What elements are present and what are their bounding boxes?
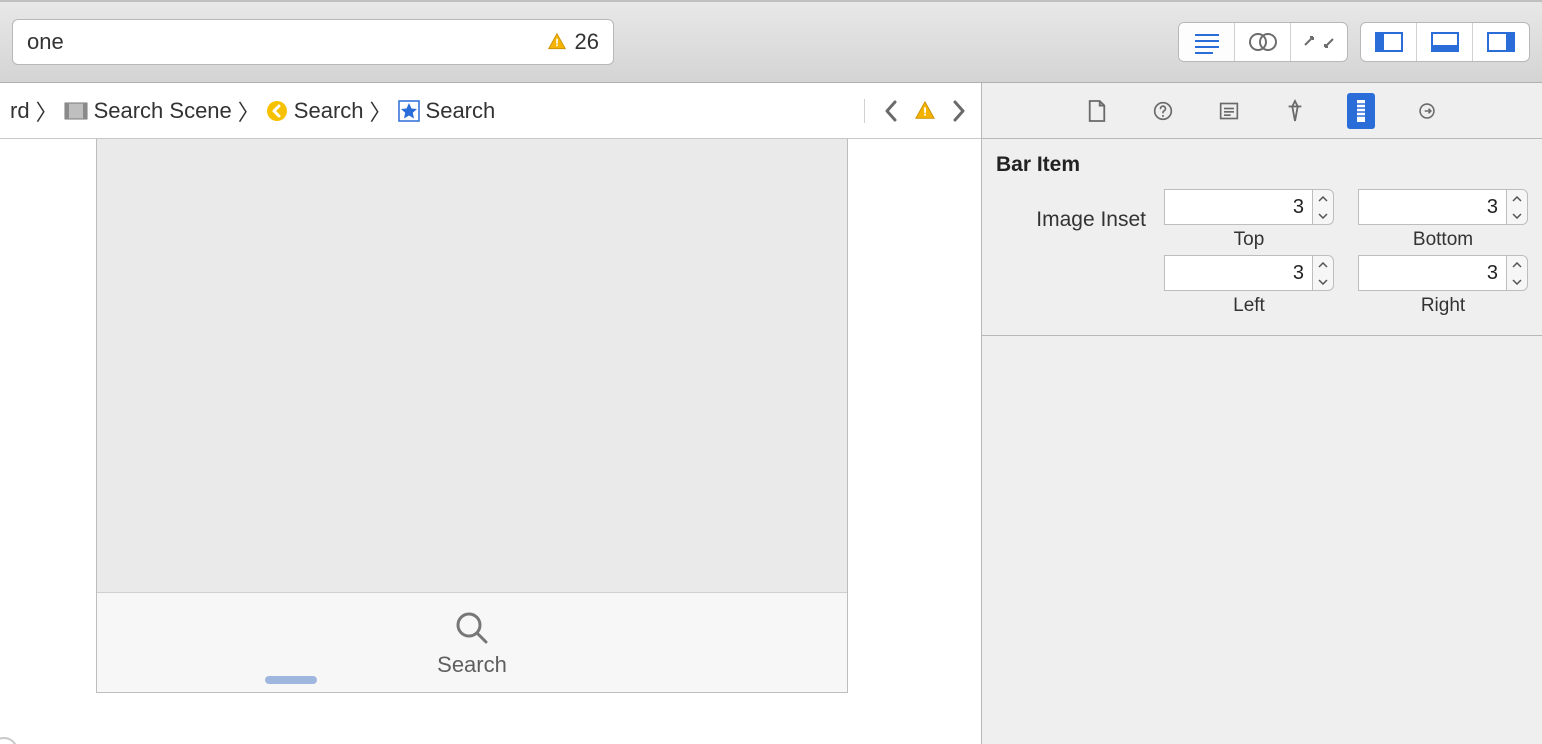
top-toolbar: one 26 bbox=[0, 0, 1542, 83]
segue-handle[interactable] bbox=[0, 737, 18, 744]
inset-bottom-input[interactable] bbox=[1358, 189, 1506, 225]
stepper-up-icon[interactable] bbox=[1507, 190, 1527, 207]
content-row: rd 〉 Search Scene 〉 Search 〉 bbox=[0, 83, 1542, 744]
jump-bar: rd 〉 Search Scene 〉 Search 〉 bbox=[0, 83, 981, 139]
search-icon bbox=[452, 608, 492, 648]
stepper-up-icon[interactable] bbox=[1313, 190, 1333, 207]
image-inset-row1: Image Inset Top bbox=[996, 189, 1528, 251]
inset-bottom-sublabel: Bottom bbox=[1413, 229, 1473, 251]
inset-right-sublabel: Right bbox=[1421, 295, 1465, 317]
issues-button[interactable] bbox=[913, 99, 937, 123]
stepper-down-icon[interactable] bbox=[1507, 273, 1527, 290]
inset-left-field: Left bbox=[1164, 255, 1334, 317]
inset-right-input[interactable] bbox=[1358, 255, 1506, 291]
inset-controls-top-bottom: Top Bottom bbox=[1164, 189, 1528, 251]
stepper-up-icon[interactable] bbox=[1507, 256, 1527, 273]
inset-top-field: Top bbox=[1164, 189, 1334, 251]
inset-bottom-stepper[interactable] bbox=[1506, 189, 1528, 225]
breadcrumb-item-1[interactable]: Search Scene bbox=[64, 98, 232, 124]
editor-mode-group bbox=[1178, 22, 1348, 62]
breadcrumb-label: Search Scene bbox=[94, 98, 232, 124]
viewcontroller-icon bbox=[266, 100, 288, 122]
stepper-down-icon[interactable] bbox=[1313, 207, 1333, 224]
view-content-area[interactable] bbox=[97, 139, 847, 592]
storyboard-icon bbox=[64, 102, 88, 120]
section-title: Bar Item bbox=[996, 153, 1528, 177]
chevron-right-icon: 〉 bbox=[36, 95, 58, 127]
chevron-right-icon: 〉 bbox=[370, 95, 392, 127]
image-inset-label: Image Inset bbox=[996, 208, 1146, 232]
quickhelp-inspector-tab[interactable] bbox=[1149, 93, 1177, 129]
identity-inspector-tab[interactable] bbox=[1215, 93, 1243, 129]
attributes-inspector-tab[interactable] bbox=[1281, 93, 1309, 129]
tab-bar[interactable]: Search bbox=[97, 592, 847, 692]
size-inspector-tab[interactable] bbox=[1347, 93, 1375, 129]
inset-top-sublabel: Top bbox=[1234, 229, 1265, 251]
connections-inspector-tab[interactable] bbox=[1413, 93, 1441, 129]
inset-left-input[interactable] bbox=[1164, 255, 1312, 291]
breadcrumb-item-3[interactable]: Search bbox=[398, 98, 496, 124]
inset-top-stepper[interactable] bbox=[1312, 189, 1334, 225]
file-inspector-tab[interactable] bbox=[1083, 93, 1111, 129]
jump-bar-nav bbox=[864, 99, 971, 123]
inspector-pane: Bar Item Image Inset Top bbox=[981, 83, 1542, 744]
breadcrumb-item-0[interactable]: rd bbox=[10, 98, 30, 124]
breadcrumb-item-2[interactable]: Search bbox=[266, 98, 364, 124]
back-button[interactable] bbox=[879, 99, 903, 123]
inspector-section: Bar Item Image Inset Top bbox=[982, 139, 1542, 336]
warning-icon[interactable] bbox=[547, 32, 567, 52]
editor-pane: rd 〉 Search Scene 〉 Search 〉 bbox=[0, 83, 981, 744]
stepper-down-icon[interactable] bbox=[1313, 273, 1333, 290]
tab-item-search[interactable]: Search bbox=[437, 608, 507, 678]
device-frame[interactable]: Search bbox=[96, 139, 848, 693]
breadcrumb-label: Search bbox=[426, 98, 496, 124]
stepper-up-icon[interactable] bbox=[1313, 256, 1333, 273]
toggle-utilities-button[interactable] bbox=[1473, 23, 1529, 61]
toggle-debug-area-button[interactable] bbox=[1417, 23, 1473, 61]
inset-right-stepper[interactable] bbox=[1506, 255, 1528, 291]
inset-top-input[interactable] bbox=[1164, 189, 1312, 225]
inset-right-field: Right bbox=[1358, 255, 1528, 317]
assistant-editor-button[interactable] bbox=[1235, 23, 1291, 61]
chevron-right-icon: 〉 bbox=[238, 95, 260, 127]
image-inset-row2: Left Right bbox=[996, 255, 1528, 317]
activity-status-box[interactable]: one 26 bbox=[12, 19, 614, 65]
forward-button[interactable] bbox=[947, 99, 971, 123]
tabbar-item-icon bbox=[398, 100, 420, 122]
home-indicator bbox=[265, 676, 317, 684]
warning-count: 26 bbox=[575, 29, 599, 55]
canvas[interactable]: Search bbox=[0, 139, 981, 744]
breadcrumb-label: Search bbox=[294, 98, 364, 124]
toggle-navigator-button[interactable] bbox=[1361, 23, 1417, 61]
inset-bottom-field: Bottom bbox=[1358, 189, 1528, 251]
inspector-tabs bbox=[982, 83, 1542, 139]
inset-left-stepper[interactable] bbox=[1312, 255, 1334, 291]
version-editor-button[interactable] bbox=[1291, 23, 1347, 61]
panel-toggle-group bbox=[1360, 22, 1530, 62]
standard-editor-button[interactable] bbox=[1179, 23, 1235, 61]
tab-item-label: Search bbox=[437, 652, 507, 678]
stepper-down-icon[interactable] bbox=[1507, 207, 1527, 224]
scheme-text: one bbox=[27, 29, 547, 55]
inset-left-sublabel: Left bbox=[1233, 295, 1265, 317]
inset-controls-left-right: Left Right bbox=[1164, 255, 1528, 317]
breadcrumb-label: rd bbox=[10, 98, 30, 124]
